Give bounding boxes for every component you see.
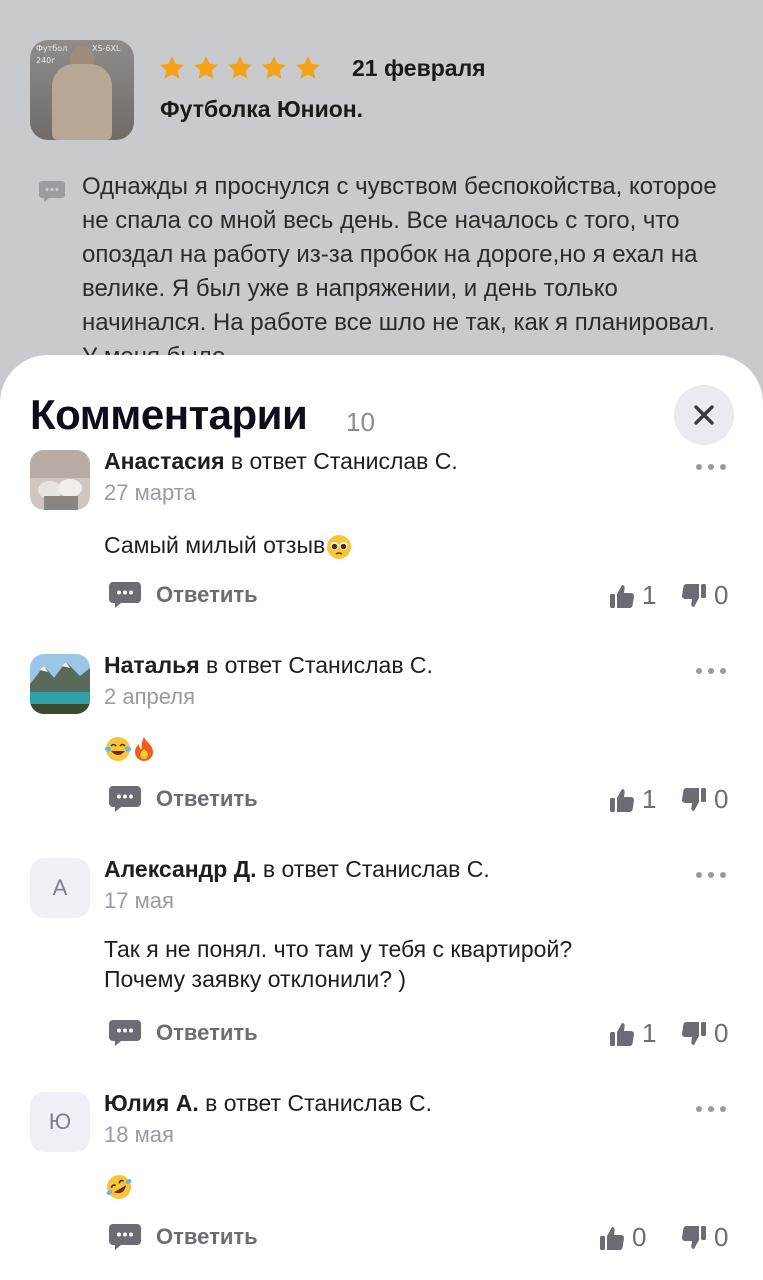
like-count: 1 [642,1018,657,1048]
comment-author[interactable]: Юлия А. [104,1090,199,1116]
reply-to-name: Станислав С. [287,1090,433,1116]
dislike-count: 0 [714,580,729,610]
thumbs-up-icon [610,788,635,812]
close-icon [694,405,714,425]
pleading-face-emoji-icon [327,534,352,559]
reply-to-name: Станислав С. [313,448,458,474]
thumbs-up-icon [600,1226,625,1250]
reply-label: Ответить [156,1020,258,1045]
reply-button[interactable]: Ответить [108,784,258,814]
avatar[interactable]: Ю [30,1092,90,1152]
reply-button[interactable]: Ответить [108,1222,258,1252]
more-options-icon[interactable] [694,666,728,676]
reply-to-name: Станислав С. [345,856,490,882]
comments-sheet: Комментарии 10 Анастасия в ответ Станисл… [0,355,763,1280]
thumbs-up-icon [610,584,635,608]
like-button[interactable]: 1 [608,580,656,611]
like-button[interactable]: 0 [598,1222,646,1253]
comment-date: 27 марта [104,480,196,505]
more-options-icon[interactable] [694,1104,728,1114]
comment-author[interactable]: Александр Д. [104,856,257,882]
reply-to-label: в ответ [262,856,339,882]
comment-icon [109,582,141,608]
comment-text: Так я не понял. что там у тебя с квартир… [104,936,573,992]
dislike-button[interactable]: 0 [680,784,728,815]
reply-label: Ответить [156,786,258,811]
comment-date: 2 апреля [104,684,195,709]
close-button[interactable] [674,385,734,445]
reply-label: Ответить [156,1224,258,1249]
product-thumbnail[interactable]: Футбол XS-6XL 240г [30,40,134,140]
thumb-tag: 240г [36,56,56,65]
dislike-button[interactable]: 0 [680,1222,728,1253]
review-date: 21 февраля [352,55,486,81]
like-count: 1 [642,580,657,610]
reply-button[interactable]: Ответить [108,1018,258,1048]
avatar[interactable] [30,654,90,714]
fire-emoji-icon [135,736,153,761]
comment-text [104,1170,134,1202]
review-text: Однажды я проснулся с чувством беспокойс… [82,173,717,370]
comment-text [104,732,156,763]
avatar[interactable]: А [30,858,90,918]
thumb-tag: Футбол [36,44,68,53]
review-card: Футбол XS-6XL 240г 21 февраля Футболка Ю… [0,0,763,400]
comment-icon [109,786,141,812]
thumbs-down-icon [681,787,706,811]
like-button[interactable]: 1 [608,784,656,815]
comments-count: 10 [346,407,375,437]
reply-to-name: Станислав С. [288,652,433,678]
comment-icon [109,1020,141,1046]
thumb-tag: XS-6XL [92,44,121,53]
like-count: 0 [632,1222,647,1252]
comment-icon [39,181,65,202]
more-options-icon[interactable] [694,870,728,880]
like-button[interactable]: 1 [608,1018,656,1049]
thumbs-up-icon [610,1022,635,1046]
thumbs-down-icon [681,583,706,607]
reply-label: Ответить [156,582,258,607]
reply-button[interactable]: Ответить [108,580,258,610]
reply-to-label: в ответ [206,652,282,678]
avatar[interactable] [30,450,90,510]
dislike-count: 0 [714,1222,729,1252]
product-name[interactable]: Футболка Юнион. [160,96,363,123]
rolling-on-floor-laughing-emoji-icon [106,1174,132,1199]
comment-author[interactable]: Анастасия [104,448,225,474]
comment-date: 18 мая [104,1122,174,1147]
star-icon [296,56,320,79]
thumbs-down-icon [681,1225,706,1249]
dislike-button[interactable]: 0 [680,1018,728,1049]
star-icon [228,56,252,79]
tears-of-joy-emoji-icon [105,736,131,761]
dislike-button[interactable]: 0 [680,580,728,611]
reply-to-label: в ответ [230,448,307,474]
like-count: 1 [642,784,657,814]
dislike-count: 0 [714,784,729,814]
more-options-icon[interactable] [694,462,728,472]
dislike-count: 0 [714,1018,729,1048]
comment-date: 17 мая [104,888,174,913]
star-icon [160,56,184,79]
rating-stars [158,54,322,82]
star-icon [194,56,218,79]
comment-text: Самый милый отзыв [104,530,353,561]
thumbs-down-icon [681,1021,706,1045]
comment-icon [109,1224,141,1250]
star-icon [262,56,286,79]
sheet-title: Комментарии [30,391,308,438]
reply-to-label: в ответ [205,1090,282,1116]
comment-author[interactable]: Наталья [104,652,200,678]
